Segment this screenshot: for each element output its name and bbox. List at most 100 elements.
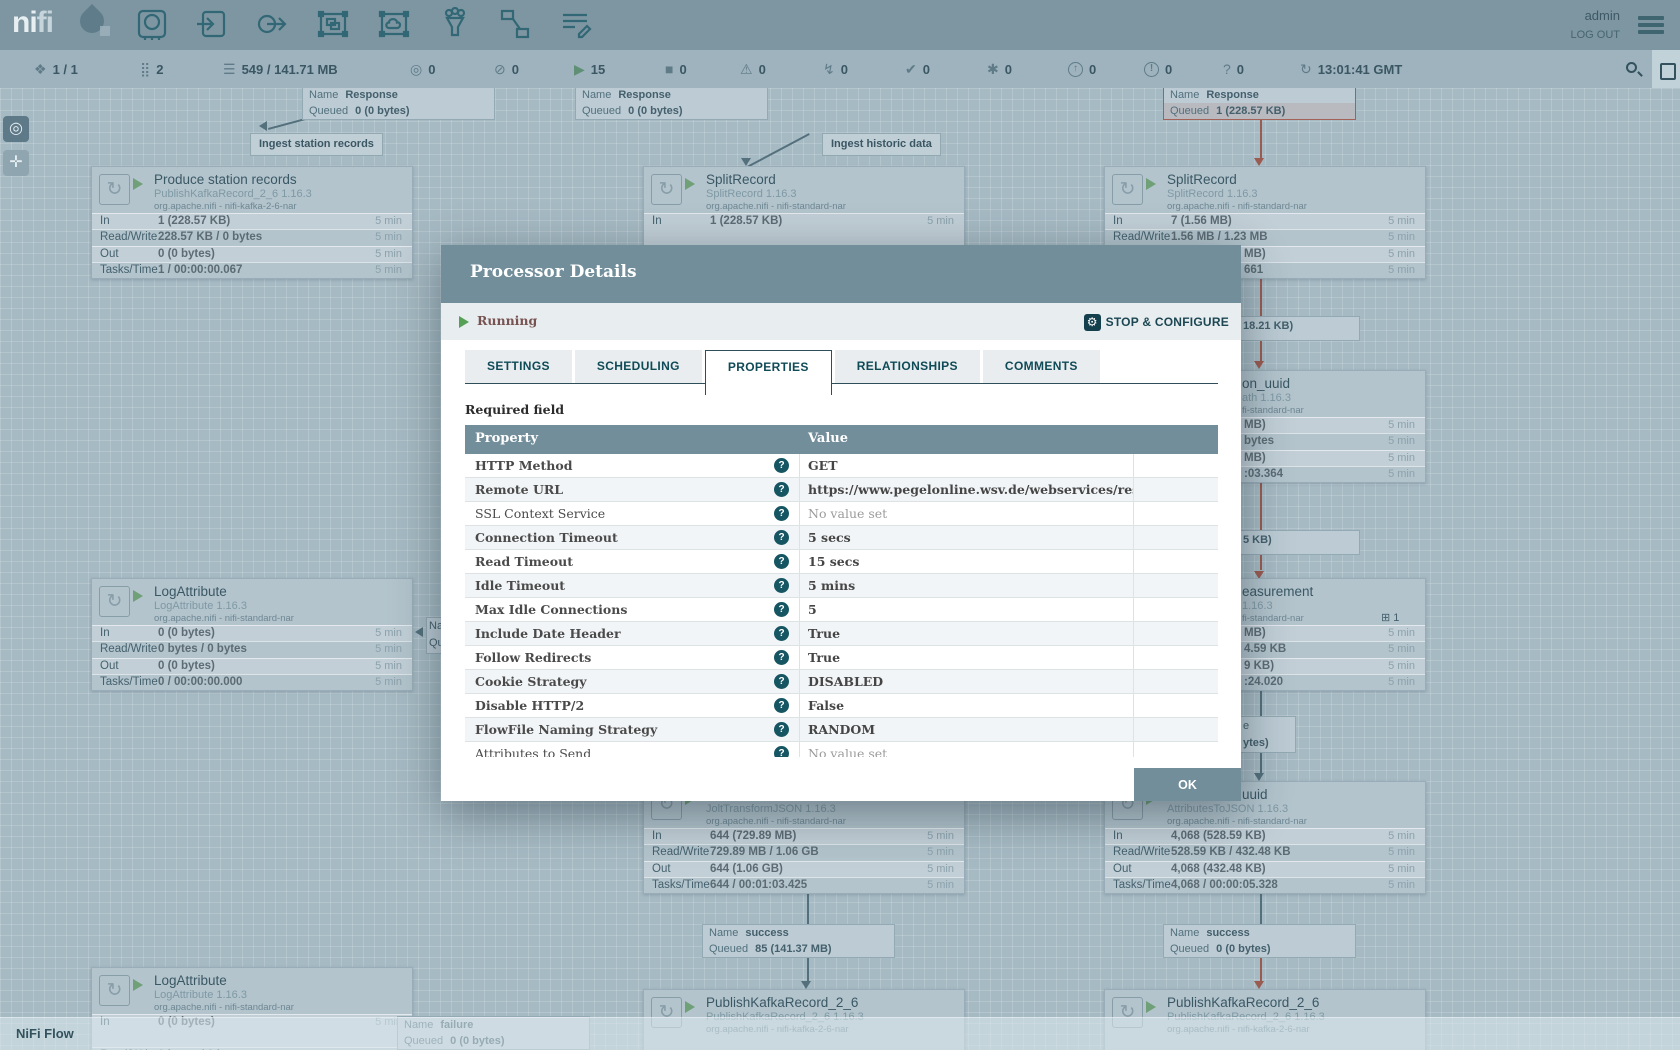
property-name: Follow Redirects?: [465, 646, 800, 670]
ok-button[interactable]: OK: [1134, 768, 1241, 801]
processor-bundle: org.apache.nifi - nifi-standard-nar: [1167, 201, 1307, 212]
value-column-header: Value: [808, 431, 848, 446]
refresh-icon: ↻: [1300, 61, 1312, 78]
status-counter-stopped: ■0: [665, 50, 687, 88]
remote-process-group-icon[interactable]: [373, 7, 415, 45]
processor-bundle: org.apache.nifi - nifi-standard-nar: [1167, 816, 1307, 827]
stat-row: Tasks/Time0 / 00:00:00.0005 min: [92, 674, 412, 690]
help-icon[interactable]: ?: [774, 578, 789, 593]
help-icon[interactable]: ?: [774, 698, 789, 713]
input-port-icon[interactable]: [191, 7, 233, 45]
label-key: Name: [709, 927, 738, 939]
stat-value: 9 KB): [1244, 660, 1274, 672]
breadcrumb[interactable]: NiFi Flow: [16, 1026, 74, 1041]
label-value: 85 (141.37 MB): [755, 943, 831, 955]
tab-properties[interactable]: PROPERTIES: [705, 350, 832, 395]
help-icon[interactable]: ?: [774, 530, 789, 545]
processor-produce-station-records[interactable]: ↻Produce station recordsPublishKafkaReco…: [91, 166, 413, 279]
tab-relationships[interactable]: RELATIONSHIPS: [835, 350, 980, 383]
label-key: Name: [582, 89, 611, 101]
property-value: 5 secs: [800, 526, 1134, 550]
connection-label-response-mid[interactable]: NameResponseQueued0 (0 bytes): [575, 86, 768, 120]
help-icon[interactable]: ?: [774, 674, 789, 689]
template-icon[interactable]: [494, 7, 536, 45]
stat-label: Tasks/Time: [652, 879, 710, 891]
stop-configure-button[interactable]: ⚙ STOP & CONFIGURE: [1084, 312, 1229, 332]
status-counter-running: ▶15: [574, 50, 605, 88]
property-value: GET: [800, 454, 1134, 478]
status-counter-locally-modified: ✱0: [987, 50, 1012, 88]
stat-value: 0 / 00:00:00.000: [158, 676, 242, 688]
connection-label-success-mid[interactable]: NamesuccessQueued85 (141.37 MB): [702, 924, 895, 958]
processor-icon[interactable]: [131, 7, 173, 45]
stat-value: 1 / 00:00:00.067: [158, 264, 242, 276]
help-icon[interactable]: ?: [774, 554, 789, 569]
stat-value: 644 (729.89 MB): [710, 830, 796, 842]
stat-label: In: [652, 830, 662, 842]
global-menu-icon[interactable]: [1638, 16, 1664, 36]
connection-label-response-right[interactable]: NameResponseQueued1 (228.57 KB): [1163, 86, 1356, 120]
help-icon[interactable]: ?: [774, 602, 789, 617]
flow-label-ingest-historic-data[interactable]: Ingest historic data: [822, 133, 941, 156]
label-value: Response: [1206, 89, 1259, 101]
status-counter-transmitting: ◎0: [410, 50, 435, 88]
process-group-icon[interactable]: [312, 7, 354, 45]
status-bar: ❖1 / 1⣿2☰549 / 141.71 MB◎0⊘0▶15■0⚠0↯0✔0✱…: [0, 50, 1680, 88]
running-icon: [685, 1001, 695, 1013]
status-counter-stale: ↑0: [1068, 50, 1096, 88]
app-header: nifi admin LOG OUT: [0, 0, 1680, 50]
tab-scheduling[interactable]: SCHEDULING: [575, 350, 702, 383]
status-counter-value: 0: [679, 62, 686, 77]
property-row: Follow Redirects?True: [465, 646, 1218, 670]
processor-log-attribute-mid[interactable]: ↻LogAttributeLogAttribute 1.16.3org.apac…: [91, 578, 413, 691]
logout-link[interactable]: LOG OUT: [1570, 29, 1620, 41]
help-icon[interactable]: ?: [774, 746, 789, 757]
help-icon[interactable]: ?: [774, 506, 789, 521]
stat-window: 5 min: [1388, 231, 1415, 243]
property-name: SSL Context Service?: [465, 502, 800, 526]
stat-value: 644 (1.06 GB): [710, 863, 783, 875]
help-icon[interactable]: ?: [774, 458, 789, 473]
help-icon[interactable]: ?: [774, 722, 789, 737]
grouped-count-badge: ⊞ 1: [1381, 611, 1399, 624]
funnel-icon[interactable]: [434, 7, 476, 45]
stat-window: 5 min: [1388, 660, 1415, 672]
label-key: Name: [1170, 89, 1199, 101]
status-counter-value: 0: [841, 62, 848, 77]
birdseye-toggle-button[interactable]: [1652, 50, 1680, 88]
help-icon[interactable]: ?: [774, 482, 789, 497]
status-counter-value: 0: [923, 62, 930, 77]
status-counter-value: 0: [759, 62, 766, 77]
stat-label: In: [100, 627, 110, 639]
stat-window: 5 min: [1388, 468, 1415, 480]
locally-modified-stale-icon: !: [1144, 62, 1159, 77]
stat-row: Read/Write729.89 MB / 1.06 GB5 min: [644, 844, 964, 860]
output-port-icon[interactable]: [251, 7, 293, 45]
help-icon[interactable]: ?: [774, 626, 789, 641]
stat-row: In0 (0 bytes)5 min: [92, 625, 412, 641]
breadcrumb-bar: NiFi Flow: [0, 1017, 1680, 1050]
hand-tool-icon[interactable]: ✛: [3, 150, 29, 176]
stopped-icon: ■: [665, 61, 673, 77]
connection-label-success-right[interactable]: NamesuccessQueued0 (0 bytes): [1163, 924, 1356, 958]
label-key: Queued: [309, 105, 348, 117]
processor-type-icon: ↻: [651, 174, 682, 205]
property-column-header: Property: [475, 431, 538, 446]
tab-settings[interactable]: SETTINGS: [465, 350, 572, 383]
help-icon[interactable]: ?: [774, 650, 789, 665]
flow-label-ingest-station-records[interactable]: Ingest station records: [250, 133, 383, 156]
last-refresh-time: 13:01:41 GMT: [1318, 62, 1403, 77]
tab-comments[interactable]: COMMENTS: [983, 350, 1100, 383]
threads-icon: ⣿: [140, 61, 150, 78]
processor-name: uuid: [1242, 787, 1268, 802]
connection-arrowhead: [801, 981, 811, 989]
stat-row: Tasks/Time4,068 / 00:00:05.3285 min: [1105, 877, 1425, 893]
connection-label-response-left[interactable]: NameResponseQueued0 (0 bytes): [302, 86, 495, 120]
stat-label: Tasks/Time: [100, 676, 158, 688]
search-icon[interactable]: [1626, 62, 1637, 73]
stat-value: bytes: [1244, 435, 1274, 447]
connection-line: [1260, 555, 1262, 570]
processor-name: SplitRecord: [706, 172, 776, 187]
label-icon[interactable]: [554, 7, 596, 45]
info-palette-icon[interactable]: ◎: [3, 116, 29, 142]
